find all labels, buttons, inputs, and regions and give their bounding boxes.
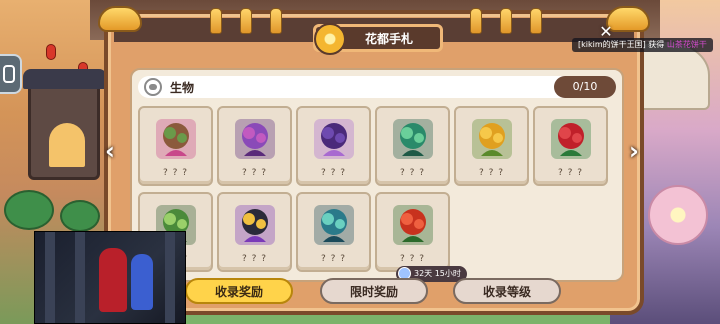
side-menu-handle[interactable] xyxy=(0,54,22,94)
rail-spike xyxy=(210,8,222,34)
card-label: ? ? ? xyxy=(162,168,189,178)
collection-card[interactable]: ? ? ? xyxy=(138,106,213,186)
reward-notice: [kikim的饼干王国] 获得 山茶花饼干 xyxy=(572,38,713,52)
category-bar: 生物 0/10 xyxy=(138,76,616,98)
card-label: ? ? ? xyxy=(478,168,505,178)
notice-highlight: 山茶花饼干 xyxy=(666,40,707,49)
card-label: ? ? ? xyxy=(320,168,347,178)
rail-spike xyxy=(270,8,282,34)
panel-ornament-left xyxy=(98,6,142,32)
card-label: ? ? ? xyxy=(241,254,268,264)
purple-bat-icon xyxy=(313,119,354,159)
green-leafy-beast-icon xyxy=(392,119,433,159)
collection-card[interactable]: ? ? ? xyxy=(217,192,292,272)
chevron-left-icon[interactable]: ‹ xyxy=(101,139,119,163)
mushroom-creature-icon xyxy=(155,119,196,159)
timer-text: 32天 15小时 xyxy=(414,269,461,278)
card-label: ? ? ? xyxy=(399,168,426,178)
purple-snake-icon xyxy=(234,119,275,159)
rail-spike xyxy=(240,8,252,34)
collection-card[interactable]: ? ? ? xyxy=(375,192,450,272)
collection-card[interactable]: ? ? ? xyxy=(296,106,371,186)
rail-spike xyxy=(530,8,542,34)
collection-progress: 0/10 xyxy=(554,76,616,98)
chevron-right-icon[interactable]: › xyxy=(625,139,643,163)
rail-spike xyxy=(500,8,512,34)
red-rose-icon xyxy=(550,119,591,159)
collection-grid: ? ? ? ? ? ? ? ? ? ? ? ? ? ? ? ? ? ? ? ? ? ? ? ?… xyxy=(138,106,608,272)
sun-emblem-icon xyxy=(314,23,346,55)
collection-card[interactable]: ? ? ? xyxy=(375,106,450,186)
side-handle-icon xyxy=(3,65,15,83)
red-camellia-icon xyxy=(392,205,433,245)
card-label: ? ? ? xyxy=(557,168,584,178)
video-figure xyxy=(131,254,153,310)
lantern-icon xyxy=(46,44,56,60)
card-label: ? ? ? xyxy=(241,168,268,178)
rail-spike xyxy=(470,8,482,34)
collection-card[interactable]: ? ? ? xyxy=(533,106,608,186)
bush-decoration xyxy=(4,190,54,230)
video-pillar xyxy=(45,232,55,323)
category-label: 生物 xyxy=(170,81,195,95)
video-overlay[interactable] xyxy=(34,231,186,324)
hut-building xyxy=(23,69,107,180)
collection-card[interactable]: ? ? ? xyxy=(296,192,371,272)
panel-title-plate: 花都手札 xyxy=(313,23,443,55)
hut-door xyxy=(49,123,85,167)
page-title: 花都手札 xyxy=(364,31,413,46)
flower-decoration xyxy=(648,185,708,245)
bush-decoration xyxy=(60,200,100,232)
yellow-rose-icon xyxy=(471,119,512,159)
collection-card[interactable]: ? ? ? xyxy=(217,106,292,186)
limited-reward-button[interactable]: 限时奖励 xyxy=(320,278,428,304)
collection-content: 生物 0/10 ? ? ?? ? ?? ? ?? ? ?? ? ?? ? ?? … xyxy=(130,68,624,282)
card-label: ? ? ? xyxy=(320,254,347,264)
video-pillar xyxy=(165,232,175,323)
creature-icon xyxy=(144,78,162,96)
teal-leaf-creature-icon xyxy=(313,205,354,245)
video-figure xyxy=(99,248,127,312)
collection-card[interactable]: ? ? ? xyxy=(454,106,529,186)
collect-level-button[interactable]: 收录等级 xyxy=(453,278,561,304)
notice-prefix: [kikim的饼干王国] 获得 xyxy=(578,40,667,49)
collect-reward-button[interactable]: 收录奖励 xyxy=(185,278,293,304)
video-pillar xyxy=(75,232,85,323)
card-label: ? ? ? xyxy=(399,254,426,264)
hut-roof xyxy=(23,69,107,89)
witch-cookie-icon xyxy=(234,205,275,245)
